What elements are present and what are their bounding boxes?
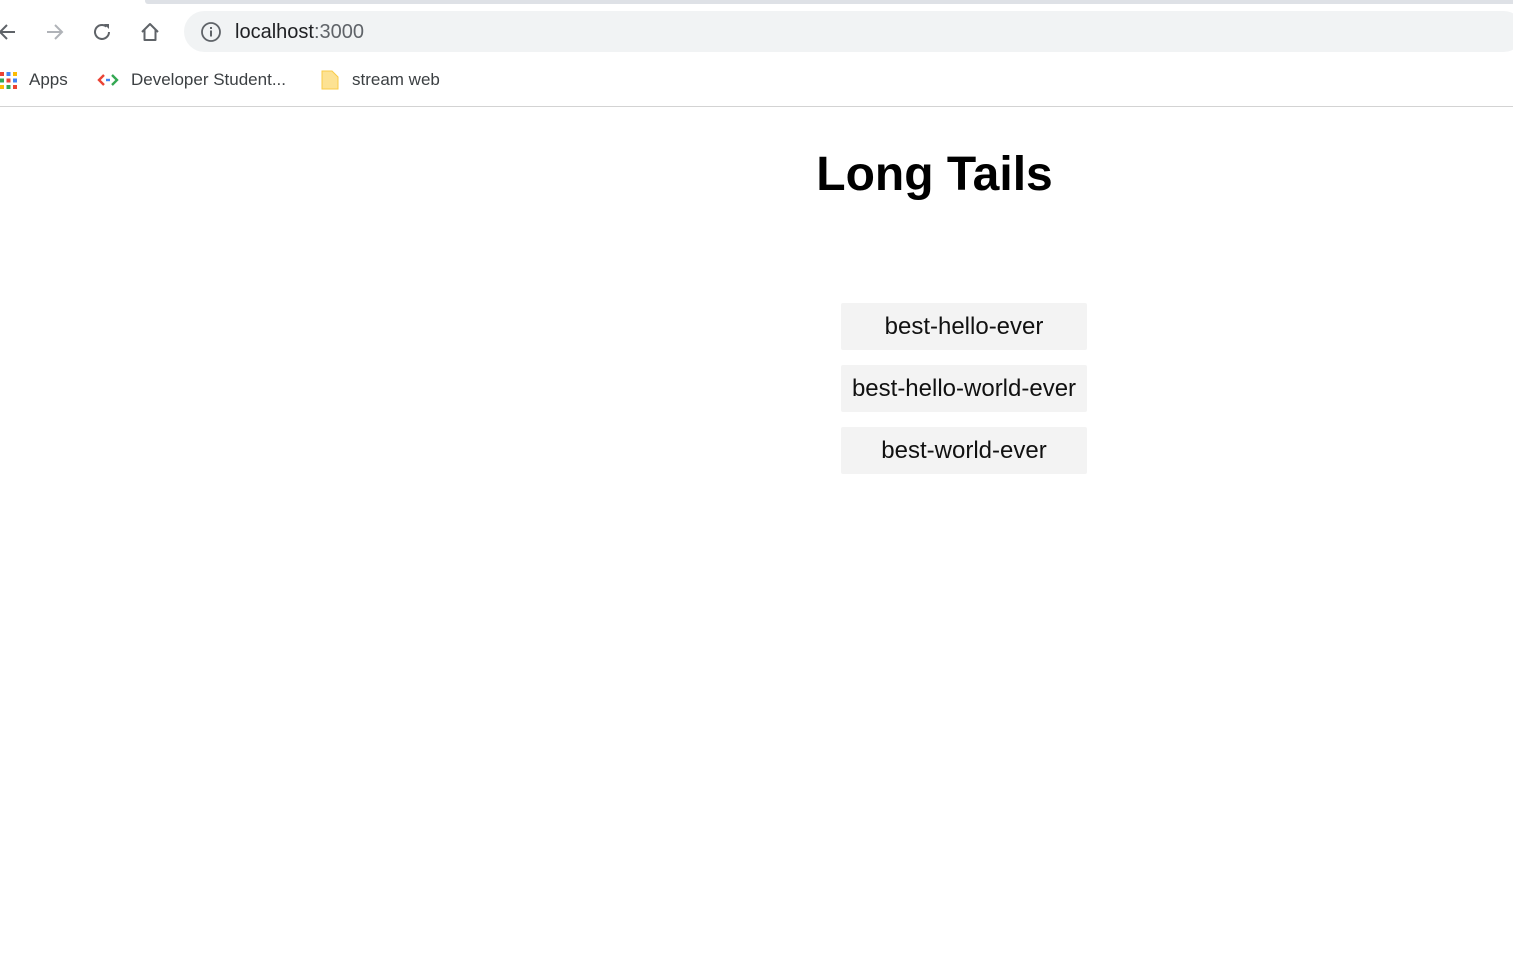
apps-grid-icon — [0, 71, 17, 89]
bookmarks-bar: Apps Developer Student... stream web — [0, 56, 1513, 107]
bookmark-developer-student[interactable]: Developer Student... — [97, 68, 286, 92]
forward-button[interactable] — [38, 16, 70, 48]
bookmark-label: stream web — [352, 70, 440, 89]
reload-icon — [94, 23, 110, 40]
address-bar[interactable]: localhost:3000 — [184, 11, 1513, 52]
browser-toolbar: localhost:3000 — [0, 4, 1513, 56]
dsc-brackets-icon — [97, 74, 119, 86]
back-button[interactable] — [0, 16, 24, 48]
long-tail-button[interactable]: best-hello-world-ever — [841, 365, 1087, 412]
long-tail-list: best-hello-ever best-hello-world-ever be… — [841, 303, 1087, 489]
bookmark-label: Apps — [29, 70, 68, 89]
long-tail-button[interactable]: best-hello-ever — [841, 303, 1087, 350]
bookmark-apps[interactable]: Apps — [0, 68, 68, 92]
site-info-icon[interactable] — [200, 21, 222, 43]
folder-icon — [321, 70, 339, 90]
long-tail-button[interactable]: best-world-ever — [841, 427, 1087, 474]
reload-button[interactable] — [86, 16, 118, 48]
home-button[interactable] — [134, 16, 166, 48]
url-port: :3000 — [313, 21, 364, 43]
forward-arrow-icon — [47, 24, 64, 40]
bookmark-stream-web[interactable]: stream web — [320, 68, 440, 92]
page-title: Long Tails — [816, 148, 1053, 201]
page-content: Long Tails best-hello-ever best-hello-wo… — [0, 107, 1513, 957]
url-host: localhost — [235, 21, 314, 43]
back-arrow-icon — [0, 24, 15, 40]
address-bar-url[interactable]: localhost:3000 — [235, 21, 364, 44]
bookmark-label: Developer Student... — [131, 70, 286, 89]
home-icon — [141, 23, 159, 41]
